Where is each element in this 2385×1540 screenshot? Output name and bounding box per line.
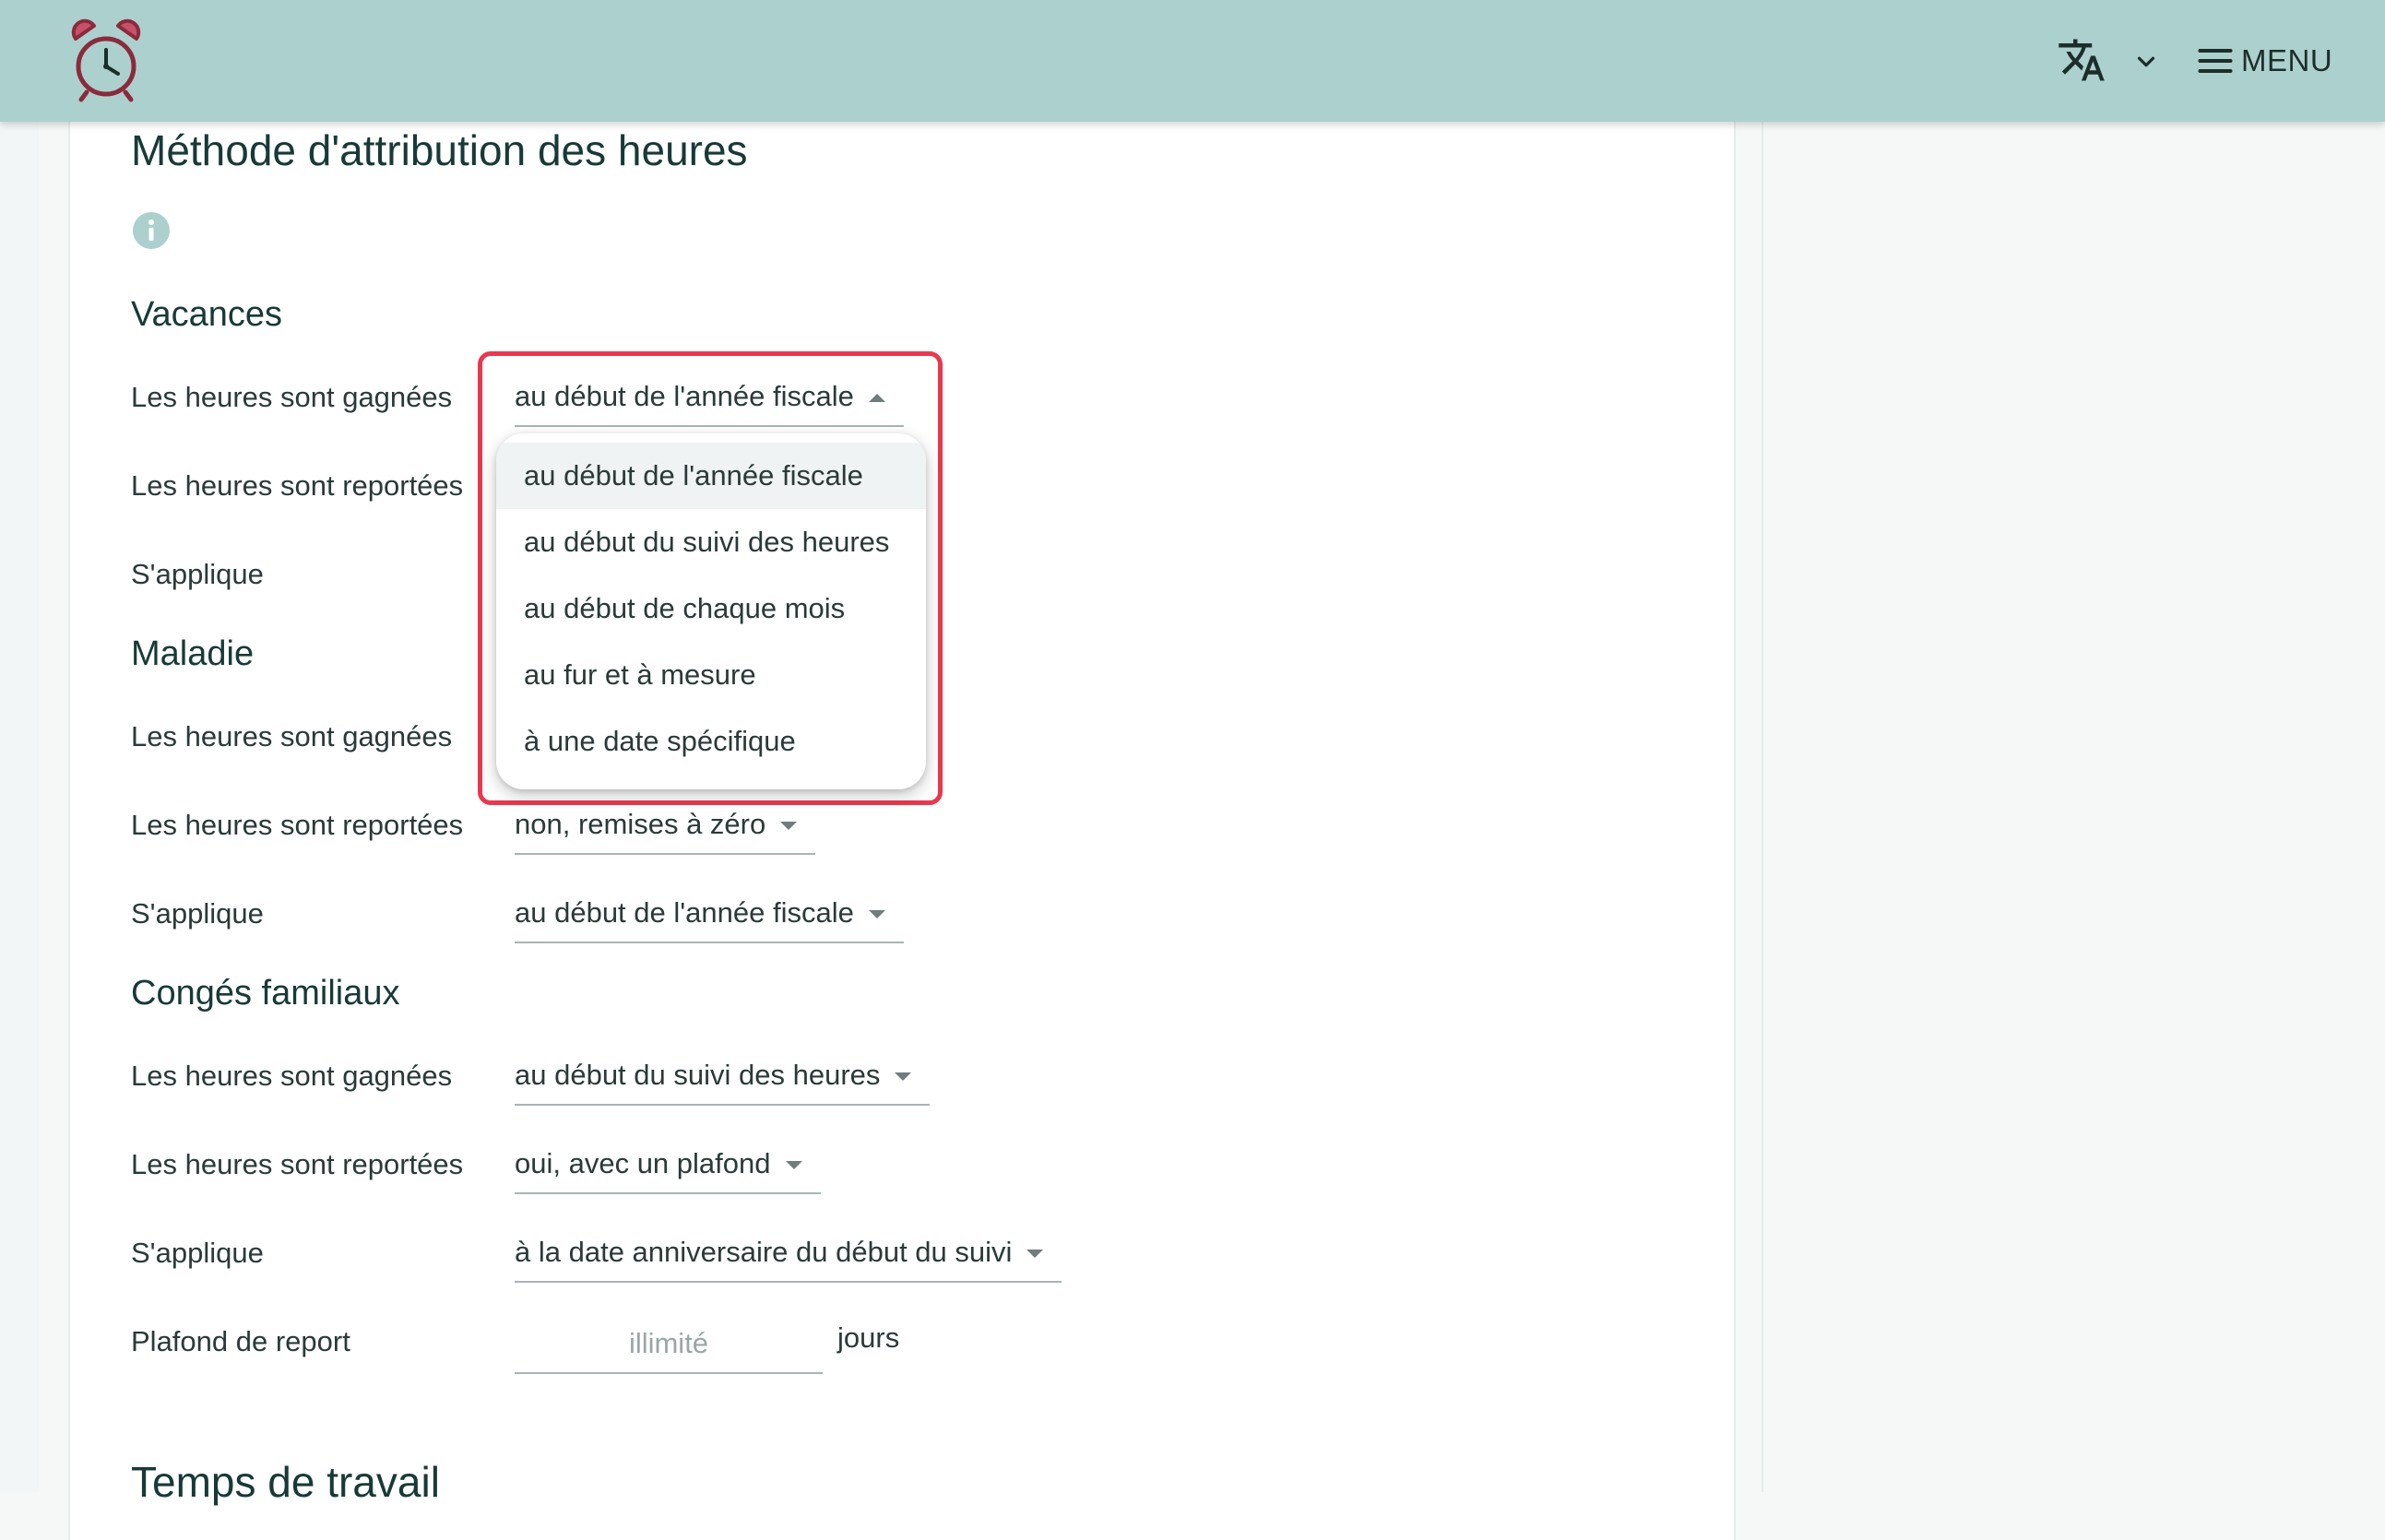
maladie-earned-label: Les heures sont gagnées <box>131 720 453 752</box>
info-icon[interactable] <box>132 211 171 250</box>
vacances-carried-label: Les heures sont reportées <box>131 469 464 502</box>
caret-down-icon <box>1026 1249 1044 1258</box>
chevron-down-icon[interactable] <box>2132 48 2160 76</box>
side-panel <box>1762 122 2385 1492</box>
conges-earned-select[interactable]: au début du suivi des heures <box>515 1047 931 1106</box>
section-title-conges-familiaux: Congés familiaux <box>131 974 400 1013</box>
caret-down-icon <box>780 821 798 830</box>
conges-applies-label: S'applique <box>131 1237 264 1269</box>
menu-button[interactable]: MENU <box>2195 33 2332 89</box>
maladie-applies-label: S'applique <box>131 897 264 930</box>
conges-applies-select[interactable]: à la date anniversaire du début du suivi <box>515 1224 1062 1283</box>
carryover-cap-label: Plafond de report <box>131 1325 350 1357</box>
maladie-applies-select[interactable]: au début de l'année fiscale <box>515 884 904 943</box>
page-title: Méthode d'attribution des heures <box>131 126 748 174</box>
section-title-temps-de-travail: Temps de travail <box>131 1458 440 1506</box>
select-value: au début du suivi des heures <box>515 1059 881 1091</box>
section-title-vacances: Vacances <box>131 295 283 334</box>
dropdown-option-progressively[interactable]: au fur et à mesure <box>496 642 926 708</box>
dropdown-option-each-month[interactable]: au début de chaque mois <box>496 575 926 642</box>
conges-carried-label: Les heures sont reportées <box>131 1148 464 1180</box>
caret-down-icon <box>868 909 885 918</box>
select-value: oui, avec un plafond <box>515 1147 771 1179</box>
dropdown-option-specific-date[interactable]: à une date spécifique <box>496 708 926 775</box>
hamburger-icon <box>2198 48 2233 74</box>
dropdown-option-tracking-start[interactable]: au début du suivi des heures <box>496 509 926 575</box>
top-bar: MENU <box>0 0 2385 122</box>
section-title-maladie: Maladie <box>131 634 255 673</box>
maladie-carried-label: Les heures sont reportées <box>131 809 464 841</box>
select-value: à la date anniversaire du début du suivi <box>515 1236 1013 1268</box>
dropdown-option-fiscal-year[interactable]: au début de l'année fiscale <box>496 443 926 509</box>
menu-label: MENU <box>2241 43 2333 77</box>
vacances-applies-label: S'applique <box>131 558 264 590</box>
earned-dropdown-menu: au début de l'année fiscale au début du … <box>496 433 926 789</box>
select-value: non, remises à zéro <box>515 808 766 840</box>
select-value: au début de l'année fiscale <box>515 896 854 929</box>
caret-down-icon <box>785 1160 802 1169</box>
caret-down-icon <box>895 1072 912 1081</box>
translate-icon[interactable] <box>2057 35 2106 85</box>
left-margin <box>0 122 39 1492</box>
vacances-earned-label: Les heures sont gagnées <box>131 381 453 413</box>
alarm-clock-icon[interactable] <box>66 17 146 105</box>
carryover-cap-input[interactable]: illimité <box>515 1315 823 1374</box>
conges-earned-label: Les heures sont gagnées <box>131 1060 453 1092</box>
conges-carried-select[interactable]: oui, avec un plafond <box>515 1135 821 1194</box>
carryover-cap-unit: jours <box>837 1321 900 1354</box>
